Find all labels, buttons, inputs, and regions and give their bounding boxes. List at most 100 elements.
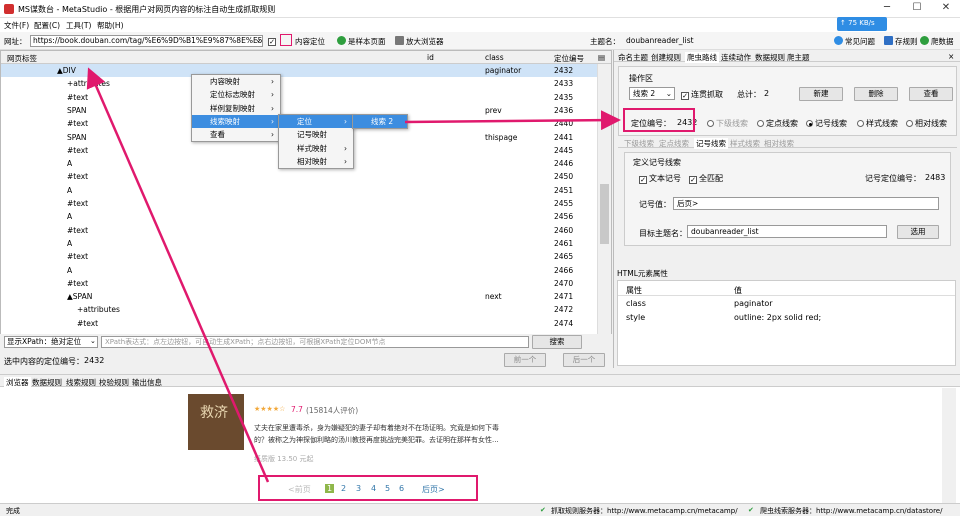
submenu-item[interactable]: 定位 › <box>279 115 353 129</box>
menu-item[interactable]: 内容映射 › <box>192 75 280 88</box>
tree-row[interactable]: +attributes 2472 <box>1 303 597 316</box>
tab-relative-clue[interactable]: 相对线索 <box>764 138 794 149</box>
menu-file[interactable]: 文件(F) <box>4 20 29 31</box>
zoom-browser-button[interactable]: 放大浏览器 <box>395 36 444 47</box>
tab-data-rules[interactable]: 数据规则 <box>32 377 62 388</box>
submenu-item[interactable]: 样式映射 › <box>279 142 353 155</box>
xpath-mode-select[interactable]: 显示XPath：绝对定位 <box>4 336 98 348</box>
url-dropdown-icon[interactable]: ⌄ <box>255 35 262 44</box>
mark-value-input[interactable]: 后页> <box>673 197 939 210</box>
col-class-header[interactable]: class <box>485 53 504 62</box>
column-menu-icon[interactable]: ▤ <box>598 53 605 62</box>
tree-tag: #text <box>67 278 89 288</box>
tab-browser[interactable]: 浏览器 <box>4 377 31 388</box>
submenu-arrow-icon: › <box>271 130 274 140</box>
tree-row[interactable]: #text 2474 <box>1 317 597 330</box>
menu-item[interactable]: 查看 › <box>192 128 280 141</box>
tab-continuous-action[interactable]: 连续动作 <box>721 52 751 63</box>
crawl-label: 爬数据 <box>931 37 954 46</box>
tree-scrollbar[interactable] <box>597 64 611 334</box>
submenu-item[interactable]: 相对映射 › <box>279 155 353 168</box>
col-tag-header[interactable]: 网页标签 <box>7 53 37 64</box>
radio-sub-clue[interactable]: 下级线索 <box>707 118 748 129</box>
radio-style-clue[interactable]: 样式线索 <box>857 118 898 129</box>
tab-crawl-theme[interactable]: 爬主题 <box>787 52 810 63</box>
close-icon[interactable]: ✕ <box>939 2 953 13</box>
radio-relative-clue[interactable]: 相对线索 <box>906 118 947 129</box>
radio-selected-icon <box>806 120 813 127</box>
locate-icon[interactable] <box>280 34 292 46</box>
radio-fixed-clue[interactable]: 定点线索 <box>757 118 798 129</box>
panel-close-icon[interactable]: × <box>948 52 954 61</box>
tree-row[interactable]: A 2456 <box>1 210 597 223</box>
browser-scrollbar[interactable] <box>942 388 956 504</box>
tab-fixed-clue[interactable]: 定点线索 <box>659 138 689 149</box>
tab-check-rules[interactable]: 校验规则 <box>99 377 129 388</box>
view-button[interactable]: 查看 <box>909 87 953 101</box>
minimize-icon[interactable]: ─ <box>880 2 894 13</box>
tree-tag: ▲SPAN <box>67 292 93 302</box>
tab-mark-clue[interactable]: 记号线索 <box>694 138 728 149</box>
target-theme-input[interactable]: doubanreader_list <box>687 225 887 238</box>
xpath-dropdown-icon[interactable]: ⌄ <box>90 337 96 345</box>
tab-clue-rules[interactable]: 线索规则 <box>66 377 96 388</box>
book-price[interactable]: 纸质版 13.50 元起 <box>254 454 314 464</box>
menu-item[interactable]: 样例复制映射 › <box>192 102 280 115</box>
menu-help[interactable]: 帮助(H) <box>97 20 124 31</box>
menu-config[interactable]: 配置(C) <box>34 20 60 31</box>
radio-icon <box>757 120 764 127</box>
tree-row[interactable]: #text 2455 <box>1 197 597 210</box>
text-mark-checkbox[interactable]: ✓ 文本记号 <box>639 173 681 184</box>
continuous-checkbox[interactable]: ✓ 连贯抓取 <box>681 89 723 100</box>
tree-row[interactable]: ▲SPAN next 2471 <box>1 290 597 303</box>
tab-crawler-route[interactable]: 爬虫路线 <box>685 52 719 63</box>
save-page-button[interactable]: 是样本页面 <box>337 36 386 47</box>
tree-row[interactable]: A 2461 <box>1 237 597 250</box>
locate-checkbox[interactable]: ✓ <box>268 36 278 46</box>
tab-style-clue[interactable]: 样式线索 <box>730 138 760 149</box>
scroll-thumb[interactable] <box>600 184 609 244</box>
tab-name-theme[interactable]: 命名主题 <box>618 52 648 63</box>
next-button[interactable]: 后一个 <box>563 353 605 367</box>
use-button[interactable]: 选用 <box>897 225 939 239</box>
tab-create-rule[interactable]: 创建规则 <box>651 52 681 63</box>
xpath-input[interactable]: XPath表达式：点左边按钮，可自动生成XPath；点右边按钮，可根据XPath… <box>101 336 529 348</box>
delete-button[interactable]: 删除 <box>854 87 898 101</box>
crawl-button[interactable]: 爬数据 <box>920 36 954 47</box>
tree-row[interactable]: #text 2460 <box>1 224 597 237</box>
crawl-icon <box>920 36 929 45</box>
clue-select[interactable]: 线索 2 ⌄ <box>629 87 675 100</box>
col-id-header[interactable]: id <box>427 53 434 62</box>
tree-row[interactable]: A 2451 <box>1 184 597 197</box>
search-button[interactable]: 搜索 <box>532 335 582 349</box>
tree-row[interactable]: #text 2465 <box>1 250 597 263</box>
prev-button[interactable]: 前一个 <box>504 353 546 367</box>
tab-output[interactable]: 输出信息 <box>132 377 162 388</box>
tree-row[interactable]: #text 2450 <box>1 170 597 183</box>
new-button[interactable]: 新建 <box>799 87 843 101</box>
tree-row[interactable]: #text 2435 <box>1 91 597 104</box>
tree-row[interactable]: ▲DIV paginator 2432 <box>1 64 597 78</box>
full-match-checkbox[interactable]: ✓ 全匹配 <box>689 173 723 184</box>
tab-data-rule[interactable]: 数据规则 <box>755 52 785 63</box>
menu-item[interactable]: 线索映射 › <box>192 114 280 129</box>
continuous-label: 连贯抓取 <box>691 90 723 99</box>
col-num-header[interactable]: 定位编号 <box>554 53 584 64</box>
url-input[interactable]: https://book.douban.com/tag/%E6%9D%B1%E9… <box>30 35 263 47</box>
tree-row[interactable]: #text 2470 <box>1 277 597 290</box>
menu-item[interactable]: 定位标志映射 › <box>192 88 280 101</box>
pager-highlight <box>258 475 478 501</box>
book-cover[interactable]: 救济 <box>188 394 244 450</box>
submenu-item[interactable]: 记号映射 <box>279 128 353 141</box>
tree-row[interactable]: A 2466 <box>1 264 597 277</box>
tree-row[interactable]: +attributes 2433 <box>1 77 597 90</box>
radio-mark-clue[interactable]: 记号线索 <box>806 118 847 129</box>
locate-label[interactable]: 内容定位 <box>295 36 325 47</box>
tree-tag: #text <box>67 172 89 182</box>
maximize-icon[interactable]: ☐ <box>910 2 924 13</box>
tab-sub-clue[interactable]: 下级线索 <box>624 138 654 149</box>
faq-button[interactable]: 常见问题 <box>834 36 875 47</box>
save-rule-button[interactable]: 存规则 <box>884 36 918 47</box>
submenu2-item[interactable]: 线索 2 <box>353 115 407 129</box>
menu-tools[interactable]: 工具(T) <box>66 20 91 31</box>
